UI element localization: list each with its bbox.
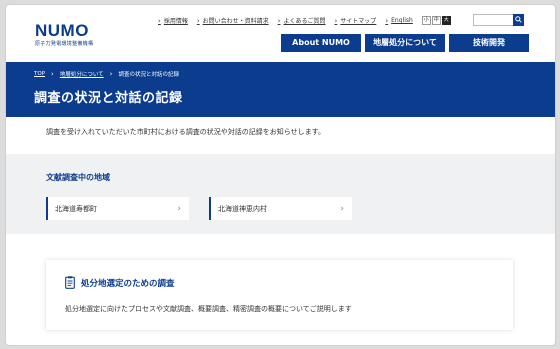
- utility-link-contact[interactable]: › お問い合わせ・資料請求: [196, 16, 269, 26]
- logo-subtitle: 原子力発電環境整備機構: [35, 41, 94, 47]
- chevron-right-icon: ›: [177, 203, 181, 214]
- logo-wordmark: NUMO: [35, 21, 89, 40]
- page-banner: TOP › 地層処分について › 調査の状況と対話の記録 調査の状況と対話の記録: [6, 62, 555, 117]
- breadcrumb-current: 調査の状況と対話の記録: [118, 72, 179, 78]
- font-size-small-button[interactable]: 小: [421, 16, 431, 25]
- utility-link-faq[interactable]: › よくあるご質問: [277, 16, 326, 26]
- chevron-right-icon: ›: [277, 16, 281, 25]
- utility-link-recruit[interactable]: › 採用情報: [158, 16, 188, 26]
- document-icon: [65, 276, 75, 289]
- page-title: 調査の状況と対話の記録: [34, 91, 183, 106]
- font-size-switcher: 小 中 大: [421, 16, 452, 25]
- chevron-right-icon: ›: [158, 16, 161, 25]
- town-link-suttsu[interactable]: 北海道寿都町 ›: [46, 197, 189, 220]
- utility-link-english[interactable]: › English: [385, 17, 412, 25]
- search-button[interactable]: [513, 14, 524, 26]
- chevron-right-icon: ›: [340, 203, 344, 214]
- town-label: 北海道寿都町: [55, 204, 97, 213]
- breadcrumb-disposal[interactable]: 地層処分について: [60, 70, 104, 78]
- nav-technology[interactable]: 技術開発: [449, 34, 529, 52]
- chevron-right-icon: ›: [385, 16, 389, 25]
- chevron-right-icon: ›: [196, 16, 200, 25]
- survey-info-card[interactable]: 処分地選定のための調査 処分地選定に向けたプロセスや文献調査、概要調査、精密調査…: [46, 260, 513, 330]
- town-link-kamoenai[interactable]: 北海道神恵内村 ›: [209, 197, 352, 220]
- font-size-medium-button[interactable]: 中: [431, 16, 441, 25]
- chevron-right-icon: ›: [51, 70, 54, 78]
- search-input[interactable]: [473, 14, 514, 26]
- nav-geological-disposal[interactable]: 地層処分について: [365, 34, 445, 52]
- breadcrumb: TOP › 地層処分について › 調査の状況と対話の記録: [34, 70, 179, 78]
- nav-about-numo[interactable]: About NUMO: [281, 34, 361, 52]
- card-title: 処分地選定のための調査: [81, 278, 175, 289]
- card-header: 処分地選定のための調査: [65, 276, 175, 289]
- chevron-right-icon: ›: [109, 70, 113, 78]
- numo-logo[interactable]: NUMO 原子力発電環境整備機構: [35, 22, 93, 47]
- browser-frame: NUMO 原子力発電環境整備機構 › 採用情報 › お問い合わせ・資料請求 › よくあ…: [5, 4, 556, 346]
- survey-section: 文献調査中の地域 北海道寿都町 › 北海道神恵内村 ›: [6, 154, 555, 234]
- font-size-large-button[interactable]: 大: [441, 16, 451, 25]
- survey-section-title: 文献調査中の地域: [46, 173, 110, 182]
- intro-text: 調査を受け入れていただいた市町村における調査の状況や対話の記録をお知らせします。: [46, 128, 325, 136]
- breadcrumb-top[interactable]: TOP: [34, 71, 45, 77]
- utility-link-sitemap[interactable]: › サイトマップ: [334, 16, 376, 26]
- search-icon: [515, 16, 522, 23]
- card-description: 処分地選定に向けたプロセスや文献調査、概要調査、精密調査の概要についてご説明しま…: [65, 305, 352, 313]
- chevron-right-icon: ›: [334, 16, 338, 25]
- utility-nav: › 採用情報 › お問い合わせ・資料請求 › よくあるご質問 › サイトマップ › Eng…: [158, 16, 452, 25]
- town-label: 北海道神恵内村: [218, 204, 267, 213]
